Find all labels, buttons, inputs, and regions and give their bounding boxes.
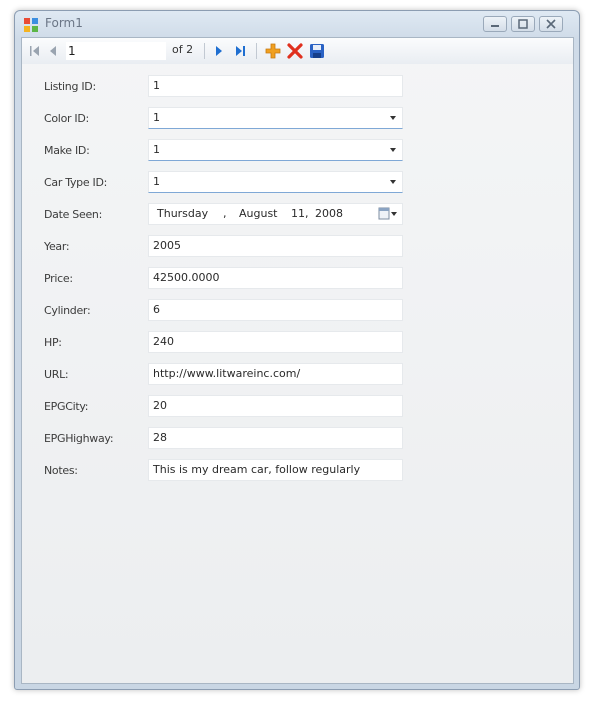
chevron-down-icon[interactable] [390, 116, 396, 120]
maximize-icon [518, 19, 528, 29]
date-seen-label: Date Seen: [44, 208, 102, 221]
epg-highway-label: EPGHighway: [44, 432, 114, 445]
delete-icon [287, 43, 303, 59]
price-field[interactable]: 42500.0000 [148, 267, 403, 289]
car-type-id-combo[interactable]: 1 [148, 171, 403, 193]
epg-highway-value: 28 [153, 431, 167, 444]
listing-id-value: 1 [153, 79, 160, 92]
date-seen-picker[interactable]: Thursday , August 11, 2008 [148, 203, 403, 225]
hp-field[interactable]: 240 [148, 331, 403, 353]
move-previous-icon [50, 46, 56, 56]
year-field[interactable]: 2005 [148, 235, 403, 257]
maximize-button[interactable] [511, 16, 535, 32]
move-previous-button[interactable] [44, 42, 62, 60]
epg-highway-field[interactable]: 28 [148, 427, 403, 449]
chevron-down-icon[interactable] [390, 180, 396, 184]
move-next-button[interactable] [210, 42, 228, 60]
binding-navigator: of 2 [22, 38, 573, 64]
cylinder-field[interactable]: 6 [148, 299, 403, 321]
date-weekday[interactable]: Thursday [157, 204, 208, 224]
epg-city-value: 20 [153, 399, 167, 412]
notes-label: Notes: [44, 464, 78, 477]
year-label: Year: [44, 240, 70, 253]
calendar-dropdown-icon[interactable] [378, 207, 398, 221]
cylinder-label: Cylinder: [44, 304, 91, 317]
color-id-combo[interactable]: 1 [148, 107, 403, 129]
date-day[interactable]: 11, [291, 204, 309, 224]
year-value: 2005 [153, 239, 181, 252]
add-icon [265, 43, 281, 59]
notes-value: This is my dream car, follow regularly [153, 463, 361, 476]
save-button[interactable] [308, 42, 326, 60]
price-label: Price: [44, 272, 73, 285]
make-id-label: Make ID: [44, 144, 90, 157]
form1-window: Form1 of 2 [14, 10, 580, 690]
url-label: URL: [44, 368, 69, 381]
date-month[interactable]: August [239, 204, 278, 224]
close-icon [546, 19, 556, 29]
car-type-id-value: 1 [153, 175, 160, 188]
listing-id-field[interactable]: 1 [148, 75, 403, 97]
app-icon [24, 18, 38, 32]
price-value: 42500.0000 [153, 271, 220, 284]
date-year[interactable]: 2008 [315, 204, 343, 224]
cylinder-value: 6 [153, 303, 160, 316]
title-bar[interactable]: Form1 [15, 11, 579, 37]
window-title: Form1 [45, 16, 83, 30]
count-label: of 2 [172, 43, 194, 56]
minimize-icon [491, 25, 499, 27]
add-new-button[interactable] [264, 42, 282, 60]
color-id-label: Color ID: [44, 112, 89, 125]
hp-value: 240 [153, 335, 174, 348]
delete-button[interactable] [286, 42, 304, 60]
toolbar-separator [256, 43, 257, 59]
notes-field[interactable]: This is my dream car, follow regularly [148, 459, 403, 481]
epg-city-label: EPGCity: [44, 400, 89, 413]
move-next-icon [216, 46, 222, 56]
save-icon [310, 44, 324, 58]
url-field[interactable]: http://www.litwareinc.com/ [148, 363, 403, 385]
chevron-down-icon[interactable] [390, 148, 396, 152]
car-type-id-label: Car Type ID: [44, 176, 108, 189]
move-first-icon [30, 46, 39, 56]
date-separator: , [223, 207, 227, 220]
make-id-value: 1 [153, 143, 160, 156]
move-last-button[interactable] [232, 42, 250, 60]
move-last-icon [236, 46, 245, 56]
position-input[interactable] [66, 42, 166, 60]
form-client-area: of 2 Listing I [21, 37, 574, 684]
minimize-button[interactable] [483, 16, 507, 32]
url-value: http://www.litwareinc.com/ [153, 367, 301, 380]
close-button[interactable] [539, 16, 563, 32]
listing-id-label: Listing ID: [44, 80, 96, 93]
move-first-button[interactable] [26, 42, 44, 60]
hp-label: HP: [44, 336, 62, 349]
toolbar-separator [204, 43, 205, 59]
epg-city-field[interactable]: 20 [148, 395, 403, 417]
make-id-combo[interactable]: 1 [148, 139, 403, 161]
color-id-value: 1 [153, 111, 160, 124]
